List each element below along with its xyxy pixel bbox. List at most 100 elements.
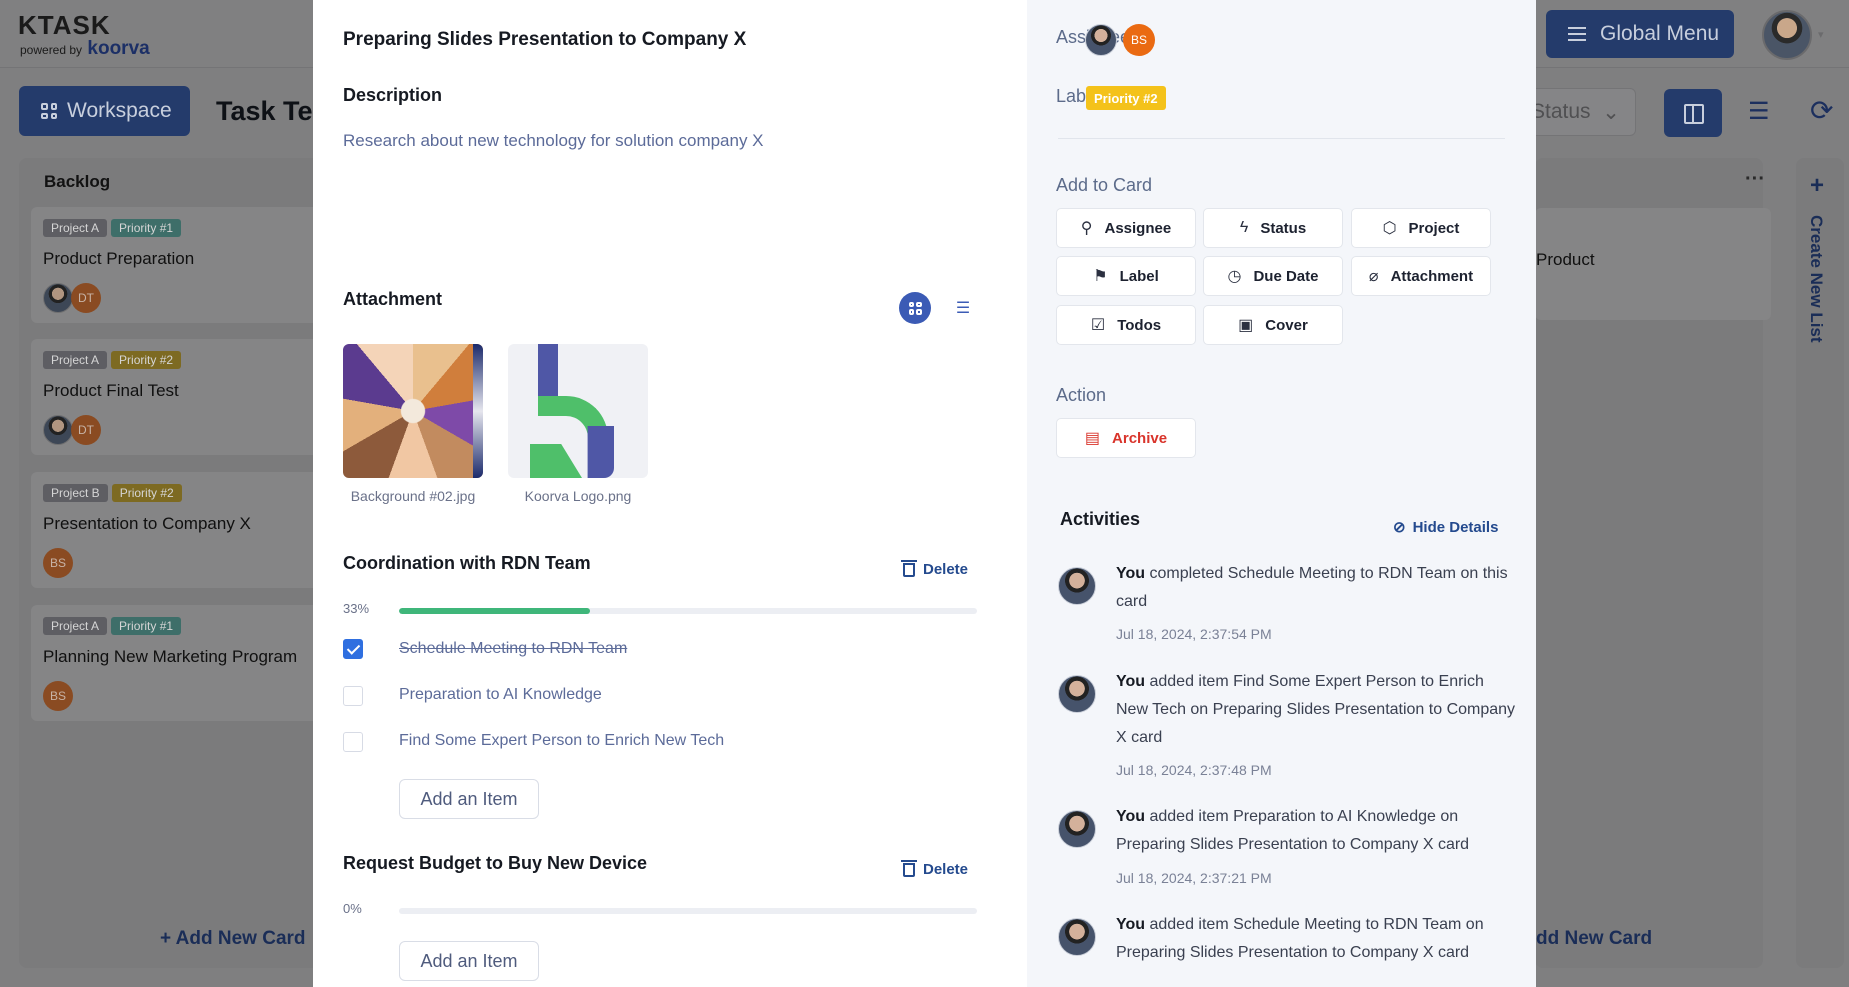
trash-icon [901,559,917,577]
attachment-thumbnail[interactable] [508,344,648,478]
board-view-toggle[interactable] [1664,89,1722,137]
task-card[interactable]: Project A Priority #1 Planning New Market… [31,605,321,721]
chevron-down-icon[interactable]: ▾ [1818,28,1824,41]
avatar: BS [43,548,73,578]
create-new-list-button[interactable]: Create New List [1806,215,1826,343]
attachment-name[interactable]: Background #02.jpg [343,488,483,504]
checklist-item[interactable]: Preparation to AI Knowledge [399,686,602,704]
add-project-button[interactable]: ⬡ Project [1351,208,1491,248]
avatar: DT [71,415,101,445]
refresh-icon[interactable]: ⟳ [1810,94,1833,127]
divider [1058,138,1505,139]
avatar: DT [71,283,101,313]
list-icon: ☰ [955,300,971,317]
grid-icon [908,301,922,315]
grid-icon [41,103,57,119]
hide-details-button[interactable]: ⊘ Hide Details [1393,518,1498,537]
list-view-button[interactable]: ☰ [949,294,977,322]
checklist-percent: 33% [343,601,370,616]
task-card[interactable]: Project A Priority #2 Product Final Test … [31,339,321,455]
description-heading: Description [343,85,443,105]
checklist-title: Coordination with RDN Team [343,553,591,573]
page-title: Task Tea [216,96,328,126]
attachment-heading: Attachment [343,289,443,309]
checklist-item[interactable]: Find Some Expert Person to Enrich New Te… [399,732,724,750]
activity-time: Jul 18, 2024, 2:37:48 PM [1116,762,1272,778]
project-tag: Project A [43,351,108,369]
workspace-button[interactable]: Workspace [19,86,190,136]
priority-tag: Priority #2 [111,484,182,502]
archive-button[interactable]: ▤ Archive [1056,418,1196,458]
add-cover-button[interactable]: ▣ Cover [1203,305,1343,345]
activity-avatar [1058,918,1096,956]
add-new-card-button[interactable]: dd New Card [1536,928,1652,950]
app-logo: KTASK [18,10,111,40]
more-icon[interactable]: ··· [1745,168,1765,191]
trash-icon [901,859,917,877]
checklist-item-checkbox[interactable] [343,639,363,659]
checkbox-icon: ☑ [1090,317,1106,334]
card-title: Product Final Test [43,381,179,400]
image-icon: ▣ [1238,317,1254,334]
card-title: Product [1536,250,1595,269]
attachment-thumbnail[interactable] [343,344,483,478]
brand-logo: koorva [87,38,150,59]
add-attachment-button[interactable]: ⌀ Attachment [1351,256,1491,296]
activity-avatar [1058,567,1096,605]
card-title: Planning New Marketing Program [43,647,298,666]
activities-heading: Activities [1060,509,1141,529]
add-label-button[interactable]: ⚑ Label [1056,256,1196,296]
task-card[interactable]: Project A Priority #1 Product Preparation… [31,207,321,323]
assignee-avatar[interactable] [1085,24,1117,56]
checklist-title: Request Budget to Buy New Device [343,853,648,873]
archive-icon: ▤ [1084,430,1101,447]
global-menu-button[interactable]: Global Menu [1546,10,1734,58]
card-title: Presentation to Company X [43,514,251,533]
add-item-button[interactable]: Add an Item [399,779,539,819]
project-tag: Project A [43,617,108,635]
grid-view-button[interactable] [899,292,931,324]
priority-tag: Priority #1 [111,219,182,237]
add-new-card-button[interactable]: + Add New Card [160,928,306,950]
clock-icon: ◷ [1227,268,1242,285]
add-assignee-button[interactable]: ⚲ Assignee [1056,208,1196,248]
assignee-avatar[interactable]: BS [1123,24,1155,56]
activity-text: You added item Schedule Meeting to RDN T… [1116,916,1484,961]
add-due-date-button[interactable]: ◷ Due Date [1203,256,1343,296]
priority-badge[interactable]: Priority #2 [1086,86,1166,110]
list-view-icon[interactable]: ☰ [1748,97,1770,126]
checklist-progress-bar [399,608,977,614]
plus-icon[interactable]: + [1810,172,1824,200]
add-item-button[interactable]: Add an Item [399,941,539,981]
activity-text: You added item Find Some Expert Person t… [1116,673,1516,746]
add-status-button[interactable]: ϟ Status [1203,208,1343,248]
lightning-icon: ϟ [1239,219,1249,236]
project-tag: Project B [43,484,108,502]
activity-time: Jul 18, 2024, 2:37:54 PM [1116,626,1272,642]
activity-avatar [1058,810,1096,848]
add-todos-button[interactable]: ☑ Todos [1056,305,1196,345]
checklist-item[interactable]: Schedule Meeting to RDN Team [399,640,627,658]
checklist-progress-fill [399,608,590,614]
column-title: Backlog [44,172,111,191]
checklist-item-checkbox[interactable] [343,686,363,706]
task-card[interactable]: Project B Priority #2 Presentation to Com… [31,472,321,588]
delete-checklist-button[interactable]: Delete [901,559,968,578]
delete-checklist-button[interactable]: Delete [901,859,968,878]
user-avatar[interactable] [1762,10,1812,60]
attachment-name[interactable]: Koorva Logo.png [508,488,648,504]
add-to-card-label: Add to Card [1056,175,1153,195]
paperclip-icon: ⌀ [1368,268,1379,285]
avatar [43,283,73,313]
box-icon: ⬡ [1382,220,1397,237]
hamburger-icon [1568,27,1586,41]
chevron-down-icon: ⌄ [1602,100,1620,124]
powered-by: powered by koorva [20,38,150,59]
activity-time: Jul 18, 2024, 2:37:21 PM [1116,870,1272,886]
checklist-item-checkbox[interactable] [343,732,363,752]
avatar [43,415,73,445]
activity-avatar [1058,675,1096,713]
priority-tag: Priority #2 [111,351,182,369]
description-text[interactable]: Research about new technology for soluti… [343,131,764,151]
avatar: BS [43,681,73,711]
